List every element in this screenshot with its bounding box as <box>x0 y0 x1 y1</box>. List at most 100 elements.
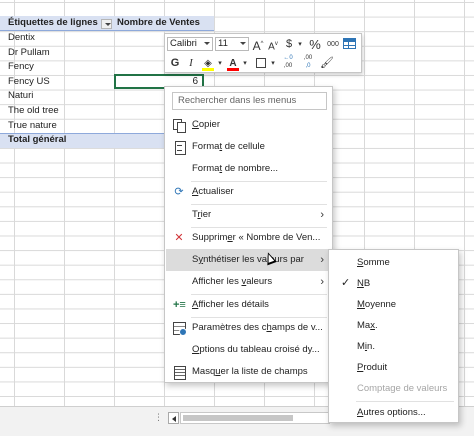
currency-dropdown[interactable]: ▾ <box>296 37 304 52</box>
comma-style-icon: 000 <box>327 41 339 48</box>
format-cells-icon <box>173 141 186 155</box>
copy-icon <box>173 119 186 133</box>
submenu-item-label: Max. <box>357 320 378 331</box>
increase-decimal-button[interactable]: ←0 ,00 <box>279 54 297 69</box>
borders-icon <box>256 58 266 69</box>
mini-toolbar: Calibri 11 A^ Av $ ▾ % 000 G I ◈ ▾ A ▾ ▾… <box>164 33 362 73</box>
comma-style-button[interactable]: 000 <box>325 37 341 52</box>
menu-item-label: Format de cellule <box>192 141 265 152</box>
submenu-item-label: Comptage de valeurs <box>357 383 448 394</box>
chevron-down-icon <box>240 42 246 45</box>
horizontal-scrollbar[interactable] <box>180 412 330 424</box>
currency-format-button[interactable]: $ <box>282 37 296 52</box>
submenu-item-label: Somme <box>357 257 390 268</box>
field-list-icon <box>173 366 186 380</box>
pivot-row-label[interactable]: Fency US <box>8 75 50 90</box>
menu-item-label: Options du tableau croisé dy... <box>192 344 320 355</box>
percent-icon: % <box>309 37 321 52</box>
borders-dropdown[interactable]: ▾ <box>269 56 277 71</box>
submenu-item-label: Produit <box>357 362 388 373</box>
percent-style-button[interactable]: % <box>307 37 323 52</box>
menu-item-label: Format de nombre... <box>192 163 279 174</box>
decrease-decimal-button[interactable]: ,00 ,0 <box>299 54 317 69</box>
pivot-values-header[interactable]: Nombre de Ventes <box>117 16 200 31</box>
show-details-icon: +≡ <box>173 299 186 311</box>
menu-item-label: Afficher les détails <box>192 299 269 310</box>
context-menu: Rechercher dans les menus Copier Format … <box>164 86 333 383</box>
pivot-row-label[interactable]: Naturi <box>8 89 33 104</box>
menu-search-input[interactable]: Rechercher dans les menus <box>172 92 327 110</box>
menu-item-value-field-settings[interactable]: Paramètres des champs de v... <box>166 317 332 339</box>
menu-item-refresh[interactable]: ⟳ Actualiser <box>166 181 332 203</box>
font-color-button[interactable]: A <box>225 56 241 71</box>
row-labels-filter-button[interactable] <box>101 18 112 29</box>
menu-item-label: Trier <box>192 209 212 220</box>
pivot-row-label[interactable]: True nature <box>8 119 57 134</box>
menu-item-show-values-as[interactable]: Afficher les valeurs › <box>166 271 332 293</box>
menu-item-remove-field[interactable]: ✕ Supprimer « Nombre de Ven... <box>166 227 332 249</box>
menu-item-label: Masquer la liste de champs <box>192 366 308 377</box>
font-color-dropdown[interactable]: ▾ <box>241 56 249 71</box>
format-as-table-icon[interactable] <box>343 38 356 49</box>
submenu-item-more-options[interactable]: Autres options... <box>330 402 458 423</box>
font-size-select[interactable]: 11 <box>215 37 249 51</box>
format-painter-button[interactable]: 🖌 <box>319 56 335 71</box>
menu-item-pivot-options[interactable]: Options du tableau croisé dy... <box>166 339 332 361</box>
italic-icon: I <box>189 57 193 69</box>
fill-color-dropdown[interactable]: ▾ <box>216 56 224 71</box>
font-name-select[interactable]: Calibri <box>167 37 213 51</box>
currency-icon: $ <box>285 38 293 50</box>
font-name-value: Calibri <box>170 38 197 49</box>
pivot-row-label[interactable]: The old tree <box>8 104 59 119</box>
fill-color-swatch <box>202 68 214 71</box>
menu-item-format-cells[interactable]: Format de cellule <box>166 136 332 158</box>
menu-item-label: Paramètres des champs de v... <box>192 322 323 333</box>
fill-color-button[interactable]: ◈ <box>200 56 216 71</box>
submenu-item-count[interactable]: ✓ NB <box>330 273 458 294</box>
pivot-row-label[interactable]: Dentix <box>8 31 35 46</box>
increase-decimal-icon-top: ←0 <box>283 55 293 61</box>
shrink-font-icon: A <box>268 41 275 53</box>
summarize-values-submenu: Somme ✓ NB Moyenne Max. Min. Produit Com… <box>328 249 459 423</box>
menu-item-label: Afficher les valeurs <box>192 276 273 287</box>
increase-decimal-icon-bottom: ,00 <box>283 63 293 69</box>
delete-x-icon: ✕ <box>174 232 184 244</box>
refresh-icon: ⟳ <box>174 186 184 198</box>
submenu-item-average[interactable]: Moyenne <box>330 294 458 315</box>
grow-font-icon: A <box>252 39 261 53</box>
checkmark-icon: ✓ <box>341 277 351 289</box>
decrease-decimal-icon-top: ,00 <box>303 55 313 61</box>
decrease-decimal-icon-bottom: ,0 <box>305 63 311 69</box>
submenu-item-max[interactable]: Max. <box>330 315 458 336</box>
submenu-item-label: NB <box>357 278 371 289</box>
submenu-item-sum[interactable]: Somme <box>330 252 458 273</box>
font-color-swatch <box>227 68 239 71</box>
decrease-font-size-button[interactable]: Av <box>266 37 280 52</box>
italic-button[interactable]: I <box>184 56 198 71</box>
pivot-grand-total-label[interactable]: Total général <box>8 133 66 148</box>
menu-item-number-format[interactable]: Format de nombre... <box>166 158 332 180</box>
menu-item-copy[interactable]: Copier <box>166 114 332 136</box>
submenu-item-count-numbers: Comptage de valeurs <box>330 378 458 399</box>
increase-font-size-button[interactable]: A^ <box>251 37 265 53</box>
submenu-item-label: Moyenne <box>357 299 397 310</box>
pivot-row-label[interactable]: Dr Pullam <box>8 46 50 61</box>
submenu-item-label: Min. <box>357 341 375 352</box>
sheet-tab-splitter-icon[interactable]: ⋮ <box>154 412 163 423</box>
menu-item-summarize-values-by[interactable]: Synthétiser les valeurs par › <box>166 249 332 271</box>
scroll-left-button[interactable] <box>168 412 179 424</box>
pivot-row-label[interactable]: Fency <box>8 60 34 75</box>
menu-item-label: Synthétiser les valeurs par <box>192 254 304 265</box>
paintbrush-icon: 🖌 <box>320 57 334 69</box>
bold-button[interactable]: G <box>168 56 182 71</box>
pivot-row-labels-header[interactable]: Étiquettes de lignes <box>8 16 98 31</box>
scrollbar-thumb[interactable] <box>183 415 293 421</box>
menu-item-show-details[interactable]: +≡ Afficher les détails <box>166 294 332 316</box>
font-size-value: 11 <box>218 38 228 49</box>
submenu-item-product[interactable]: Produit <box>330 357 458 378</box>
submenu-item-min[interactable]: Min. <box>330 336 458 357</box>
borders-button[interactable] <box>253 56 269 71</box>
menu-item-sort[interactable]: Trier › <box>166 204 332 226</box>
menu-item-hide-field-list[interactable]: Masquer la liste de champs <box>166 361 332 383</box>
chevron-right-icon: › <box>320 276 324 288</box>
